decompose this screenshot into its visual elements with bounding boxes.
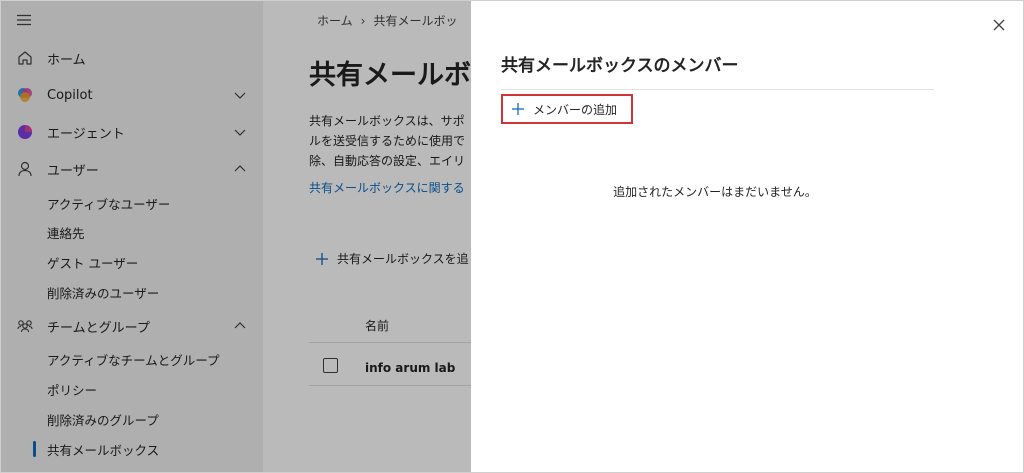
app-window: ホーム Copilot エージェント ユーザー アクティブなユーザー 連絡先 ゲ… [0,0,1024,473]
members-panel: 共有メールボックスのメンバー メンバーの追加 追加されたメンバーはまだいません。 [471,1,1023,472]
panel-title: 共有メールボックスのメンバー [501,56,739,76]
divider [501,89,934,90]
plus-icon [512,103,524,115]
empty-state-message: 追加されたメンバーはまだいません。 [613,185,817,199]
modal-overlay[interactable] [1,1,471,472]
add-member-button[interactable]: メンバーの追加 [501,94,633,124]
close-icon[interactable] [991,17,1007,33]
add-member-label: メンバーの追加 [533,102,618,117]
